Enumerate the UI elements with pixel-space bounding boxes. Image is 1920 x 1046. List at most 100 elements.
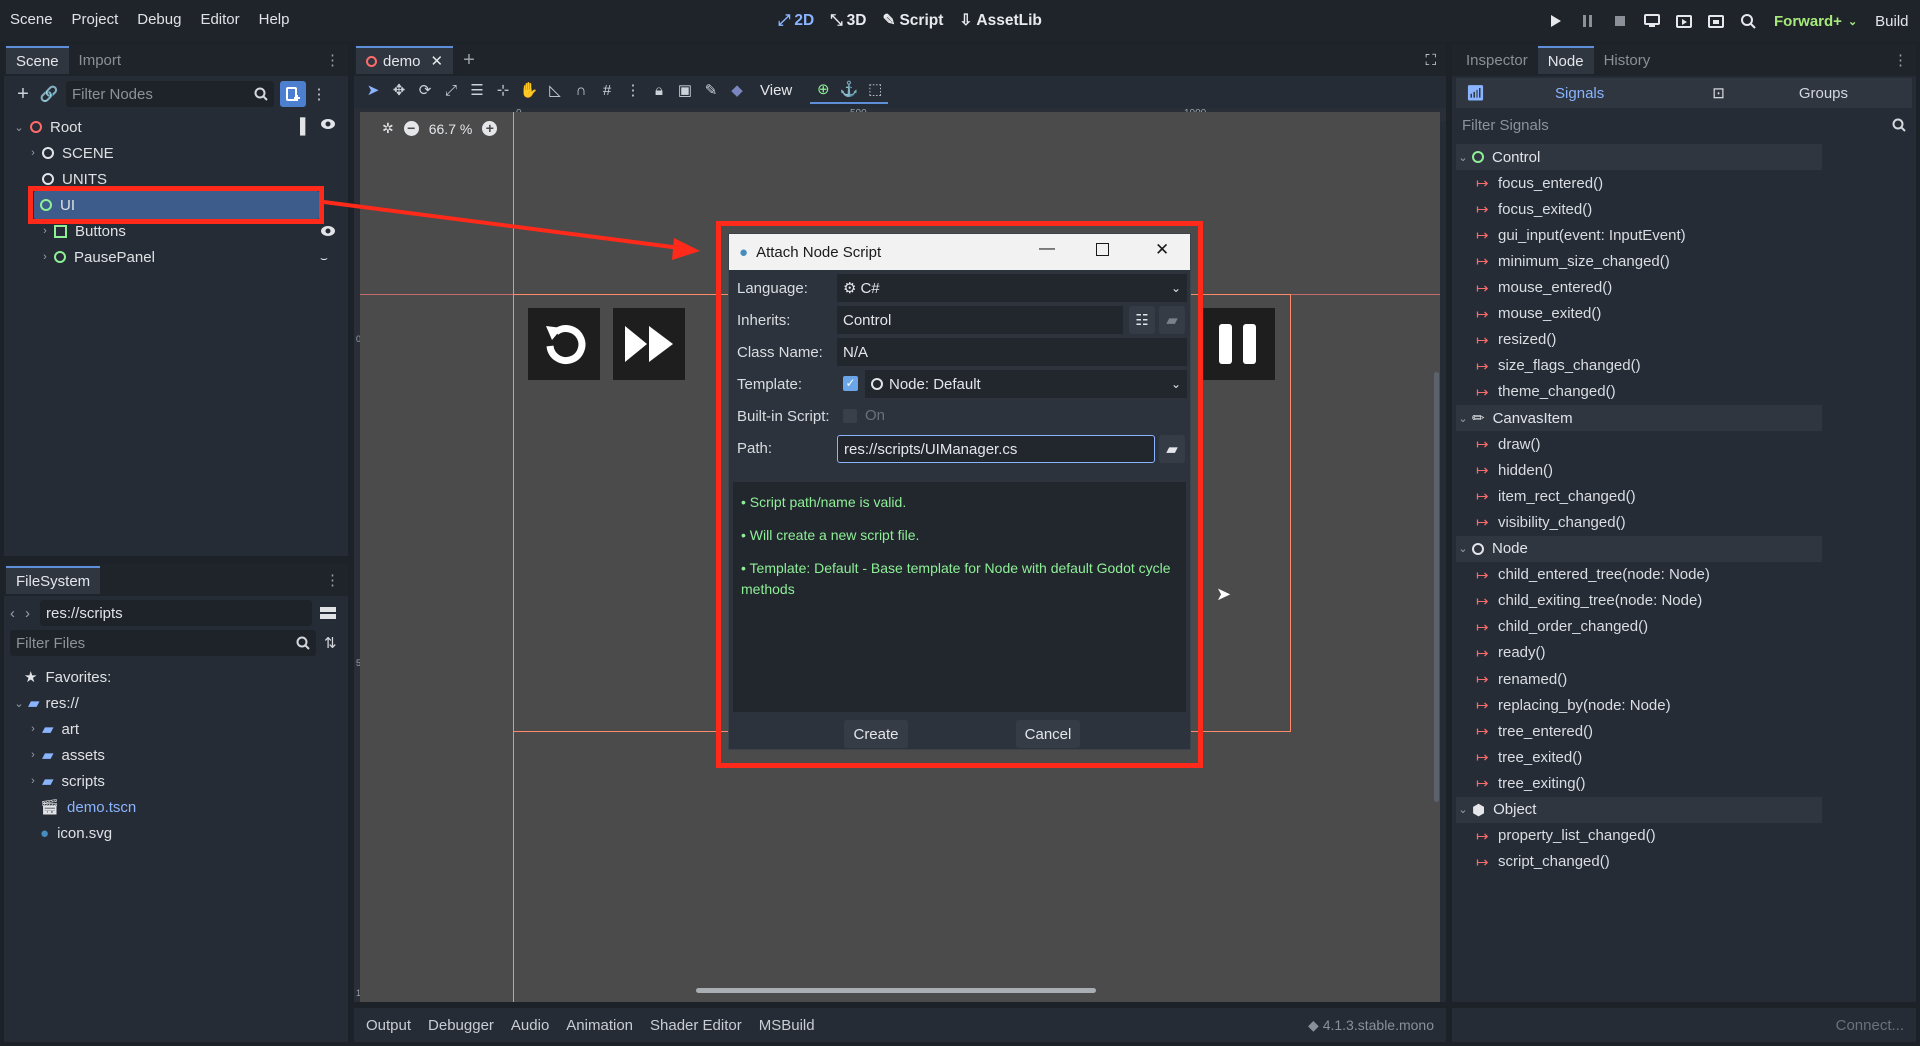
signal-item[interactable]: ↦ tree_exiting() — [1476, 770, 1586, 796]
signal-item[interactable]: ↦ script_changed() — [1476, 849, 1610, 875]
godot-icon: ◆ — [1308, 1016, 1323, 1033]
dialog-title: Attach Node Script — [756, 243, 882, 261]
cancel-button[interactable]: Cancel — [1016, 720, 1080, 748]
signal-item[interactable]: ↦ mouse_exited() — [1476, 301, 1601, 327]
tab-node[interactable]: Node — [1537, 46, 1594, 74]
signal-item[interactable]: ↦ hidden() — [1476, 457, 1553, 483]
chevron-down-icon: ⌄ — [1458, 543, 1468, 555]
tab-inspector[interactable]: Inspector — [1456, 46, 1538, 74]
signal-group-canvasitem[interactable]: ⌄ ✏ CanvasItem — [1456, 405, 1822, 431]
dialog-titlebar: ● Attach Node Script — ✕ — [729, 234, 1190, 270]
signal-item[interactable]: ↦ replacing_by(node: Node) — [1476, 692, 1671, 718]
signal-item[interactable]: ↦ visibility_changed() — [1476, 509, 1626, 535]
version-label: ◆ 4.1.3.stable.mono — [1308, 1016, 1434, 1033]
signal-item[interactable]: ↦ size_flags_changed() — [1476, 353, 1641, 379]
folder-icon[interactable]: ▰ — [1159, 306, 1185, 334]
signal-arrow-icon: ↦ — [1476, 253, 1489, 271]
signal-tree: ⌄ Control ↦ focus_entered() ↦ focus_exited() ↦… — [1456, 144, 1912, 924]
validation-messages: • Script path/name is valid. • Will crea… — [733, 482, 1186, 712]
signal-arrow-icon: ↦ — [1476, 227, 1489, 245]
chevron-down-icon: ⌄ — [1458, 804, 1468, 816]
signal-arrow-icon: ↦ — [1476, 357, 1489, 375]
signal-arrow-icon: ↦ — [1476, 175, 1489, 193]
folder-icon[interactable]: ▰ — [1159, 435, 1185, 463]
signal-item[interactable]: ↦ gui_input(event: InputEvent) — [1476, 222, 1686, 248]
filter-signals-input[interactable]: Filter Signals — [1456, 112, 1912, 138]
inherits-label: Inherits: — [737, 311, 791, 329]
signal-group-object[interactable]: ⌄ ⬢ Object — [1456, 796, 1822, 823]
inherits-field[interactable]: Control — [837, 306, 1123, 334]
signal-item[interactable]: ↦ draw() — [1476, 431, 1541, 457]
path-input[interactable]: res://scripts/UIManager.cs — [837, 435, 1155, 463]
signal-arrow-icon: ↦ — [1476, 279, 1489, 297]
signal-arrow-icon: ↦ — [1476, 671, 1489, 688]
gear-icon: ⚙ — [843, 280, 857, 297]
node-icon — [1472, 542, 1484, 555]
signal-arrow-icon: ↦ — [1476, 488, 1489, 506]
signal-arrow-icon: ↦ — [1476, 592, 1489, 610]
tab-msbuild[interactable]: MSBuild — [759, 1017, 815, 1034]
attach-node-script-dialog: ● Attach Node Script — ✕ Language: ⚙ C# ⌄ … — [728, 233, 1191, 750]
connect-button[interactable]: Connect... — [1836, 1017, 1904, 1034]
signal-item[interactable]: ↦ child_order_changed() — [1476, 614, 1648, 640]
inspector-tabs: Inspector Node History ⋮ — [1452, 44, 1916, 76]
builtin-on-label: On — [865, 407, 886, 424]
signal-item[interactable]: ↦ theme_changed() — [1476, 379, 1616, 405]
builtin-script-label: Built-in Script: — [737, 407, 830, 425]
class-name-field[interactable]: N/A — [837, 338, 1187, 366]
close-icon[interactable]: ✕ — [1155, 240, 1169, 260]
canvas-item-icon: ✏ — [1472, 410, 1485, 427]
chevron-down-icon: ⌄ — [1170, 281, 1181, 295]
signal-arrow-icon: ↦ — [1476, 566, 1489, 584]
tab-audio[interactable]: Audio — [511, 1017, 549, 1034]
create-button[interactable]: Create — [844, 720, 908, 748]
signal-arrow-icon: ↦ — [1476, 462, 1489, 480]
signal-arrow-icon: ↦ — [1476, 201, 1489, 219]
signal-item[interactable]: ↦ child_entered_tree(node: Node) — [1476, 562, 1710, 588]
signal-item[interactable]: ↦ focus_exited() — [1476, 196, 1592, 222]
signal-arrow-icon: ↦ — [1476, 305, 1489, 323]
tab-output[interactable]: Output — [366, 1017, 411, 1034]
maximize-icon[interactable] — [1096, 243, 1109, 256]
signal-arrow-icon: ↦ — [1476, 853, 1489, 871]
signal-group-node[interactable]: ⌄ Node — [1456, 535, 1822, 562]
builtin-checkbox[interactable] — [843, 409, 857, 423]
tab-animation[interactable]: Animation — [566, 1017, 633, 1034]
language-select[interactable]: ⚙ C# ⌄ — [837, 274, 1187, 302]
template-select[interactable]: Node: Default ⌄ — [865, 370, 1187, 398]
tab-shader-editor[interactable]: Shader Editor — [650, 1017, 742, 1034]
signal-arrow-icon: ↦ — [1476, 723, 1489, 741]
chevron-down-icon: ⌄ — [1170, 377, 1181, 391]
tab-signals[interactable]: Signals — [1555, 85, 1604, 102]
class-tree-icon[interactable]: ☷ — [1129, 306, 1155, 334]
kebab-menu-icon[interactable]: ⋮ — [1893, 51, 1908, 69]
template-checkbox[interactable]: ✓ — [843, 376, 858, 391]
template-label: Template: — [737, 375, 803, 393]
connect-bar: Connect... — [1452, 1008, 1916, 1042]
search-icon — [1892, 118, 1906, 132]
signal-arrow-icon: ↦ — [1476, 749, 1489, 767]
node-icon — [871, 378, 883, 390]
tab-history[interactable]: History — [1594, 46, 1661, 74]
signal-item[interactable]: ↦ minimum_size_changed() — [1476, 248, 1670, 274]
signal-item[interactable]: ↦ focus_entered() — [1476, 170, 1603, 196]
signal-item[interactable]: ↦ item_rect_changed() — [1476, 483, 1636, 509]
message-new-file: • Will create a new script file. — [741, 527, 920, 543]
signal-item[interactable]: ↦ ready() — [1476, 640, 1546, 666]
chevron-down-icon: ⌄ — [1458, 151, 1468, 164]
signal-item[interactable]: ↦ tree_entered() — [1476, 718, 1593, 744]
signal-arrow-icon: ↦ — [1476, 331, 1489, 349]
signal-group-control[interactable]: ⌄ Control — [1456, 144, 1822, 170]
signal-arrow-icon: ↦ — [1476, 436, 1489, 454]
signal-item[interactable]: ↦ mouse_entered() — [1476, 275, 1612, 301]
signal-item[interactable]: ↦ resized() — [1476, 327, 1556, 353]
signal-arrow-icon: ↦ — [1476, 618, 1489, 636]
minimize-icon[interactable]: — — [1039, 240, 1055, 258]
tab-debugger[interactable]: Debugger — [428, 1017, 494, 1034]
tab-groups[interactable]: Groups — [1799, 85, 1848, 102]
signal-item[interactable]: ↦ tree_exited() — [1476, 744, 1582, 770]
signal-item[interactable]: ↦ property_list_changed() — [1476, 823, 1656, 849]
signal-item[interactable]: ↦ renamed() — [1476, 666, 1567, 692]
signal-item[interactable]: ↦ child_exiting_tree(node: Node) — [1476, 588, 1702, 614]
bottom-panel-tabs: Output Debugger Audio Animation Shader E… — [354, 1008, 1446, 1042]
